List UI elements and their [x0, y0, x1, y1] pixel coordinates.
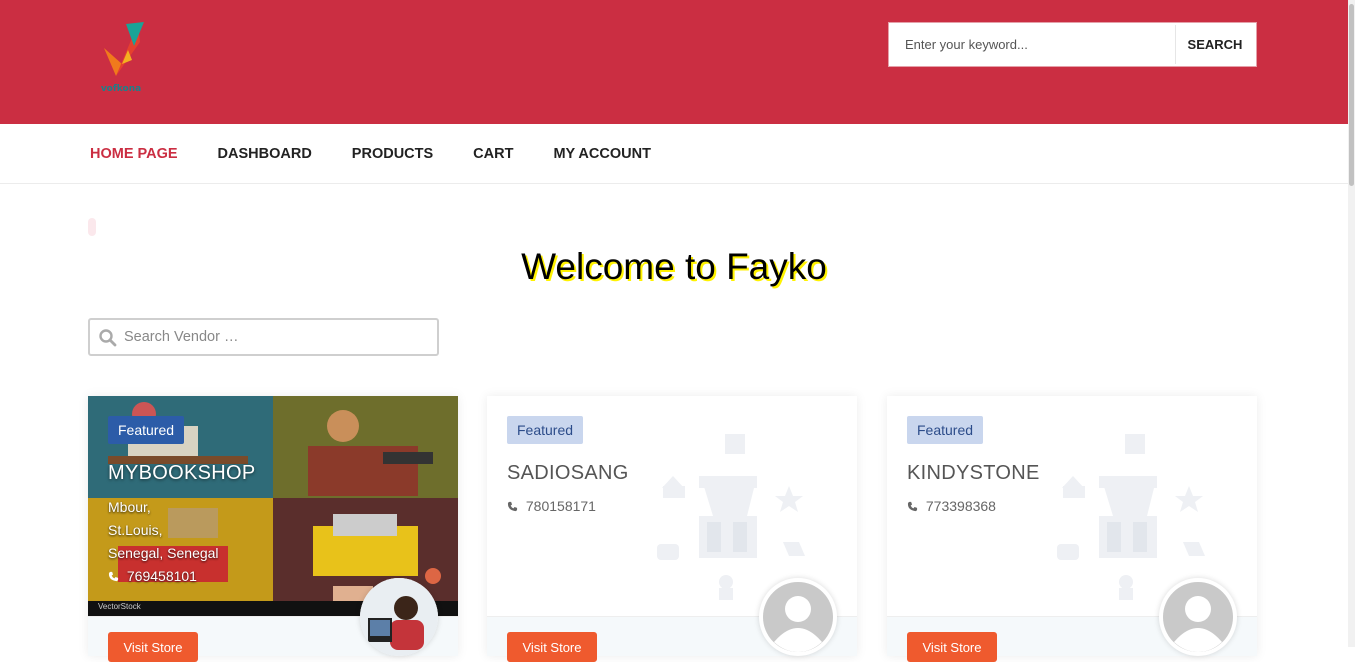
visit-store-button[interactable]: Visit Store — [108, 632, 198, 662]
store-phone: 769458101 — [108, 568, 197, 584]
address-line: Mbour, — [108, 499, 151, 515]
store-card: Featured KINDYSTONE 773398368 Visit Stor… — [887, 396, 1257, 662]
store-name[interactable]: MYBOOKSHOP — [108, 462, 255, 485]
store-phone: 780158171 — [507, 498, 596, 514]
featured-badge: Featured — [108, 416, 185, 444]
loading-indicator — [88, 218, 96, 236]
nav-item-my-account[interactable]: MY ACCOUNT — [553, 146, 650, 162]
store-name[interactable]: SADIOSANG — [507, 462, 629, 485]
nav-item-cart[interactable]: CART — [473, 146, 513, 162]
store-address: Mbour, St.Louis, Senegal, Senegal — [108, 496, 219, 565]
phone-icon — [108, 571, 119, 582]
image-watermark: VectorStock — [98, 602, 141, 611]
default-avatar-icon — [1163, 582, 1233, 652]
phone-icon — [907, 501, 918, 512]
featured-badge: Featured — [507, 416, 584, 444]
logo-text: vofkona — [100, 84, 142, 94]
page-scrollbar[interactable] — [1348, 0, 1355, 647]
scrollbar-thumb[interactable] — [1349, 4, 1354, 186]
main-nav: HOME PAGE DASHBOARD PRODUCTS CART MY ACC… — [0, 124, 1348, 184]
logo-mark-icon — [104, 22, 144, 76]
vendor-photo — [360, 578, 438, 656]
nav-item-home-page[interactable]: HOME PAGE — [90, 146, 178, 162]
top-header: vofkona SEARCH — [0, 0, 1348, 124]
store-card: Featured SADIOSANG 780158171 Visit Store — [487, 396, 857, 662]
store-card: Featured MYBOOKSHOP Mbour, St.Louis, Sen… — [88, 396, 458, 662]
site-logo[interactable]: vofkona — [96, 20, 152, 98]
phone-number: 780158171 — [525, 498, 596, 514]
header-search: SEARCH — [888, 22, 1257, 67]
default-avatar-icon — [763, 582, 833, 652]
visit-store-button[interactable]: Visit Store — [907, 632, 997, 662]
vendor-avatar[interactable] — [360, 578, 438, 656]
phone-number: 773398368 — [925, 498, 996, 514]
keyword-search-input[interactable] — [889, 23, 1175, 66]
store-phone: 773398368 — [907, 498, 996, 514]
address-line: St.Louis, — [108, 522, 163, 538]
page-title: Welcome to Fayko — [521, 246, 827, 287]
vendor-avatar[interactable] — [1159, 578, 1237, 656]
search-button[interactable]: SEARCH — [1175, 25, 1254, 64]
store-name[interactable]: KINDYSTONE — [907, 462, 1040, 485]
vendor-avatar[interactable] — [759, 578, 837, 656]
visit-store-button[interactable]: Visit Store — [507, 632, 597, 662]
nav-item-products[interactable]: PRODUCTS — [352, 146, 433, 162]
phone-icon — [507, 501, 518, 512]
featured-badge: Featured — [907, 416, 984, 444]
nav-item-dashboard[interactable]: DASHBOARD — [218, 146, 312, 162]
address-line: Senegal, Senegal — [108, 545, 219, 561]
vendor-search — [88, 318, 439, 356]
phone-number: 769458101 — [126, 568, 197, 584]
vendor-search-input[interactable] — [124, 320, 434, 354]
search-icon — [99, 329, 117, 347]
